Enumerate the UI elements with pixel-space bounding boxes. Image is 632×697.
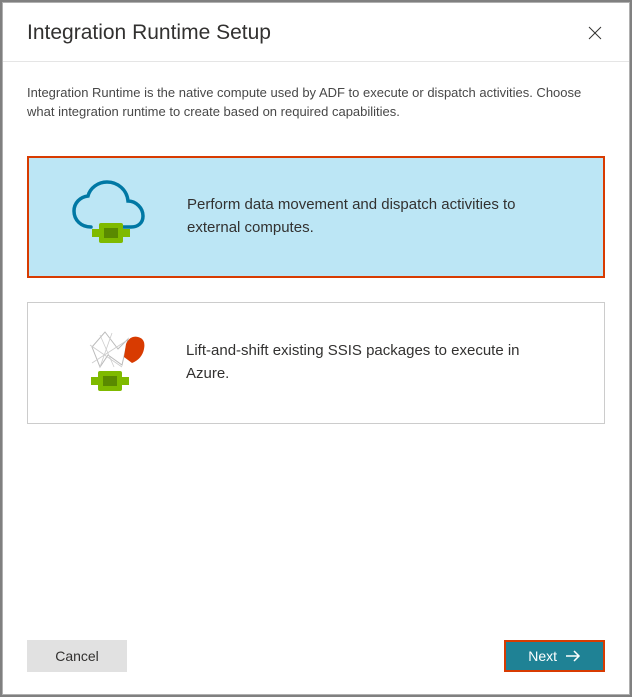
option-text: Perform data movement and dispatch activ… (187, 194, 575, 239)
dialog-description: Integration Runtime is the native comput… (27, 84, 605, 122)
dialog-header: Integration Runtime Setup (3, 3, 629, 62)
dialog-content: Integration Runtime is the native comput… (3, 62, 629, 640)
option-azure-selfhosted[interactable]: Perform data movement and dispatch activ… (27, 156, 605, 278)
close-button[interactable] (585, 23, 605, 43)
ssis-icon (62, 325, 162, 401)
option-text: Lift-and-shift existing SSIS packages to… (186, 340, 576, 385)
cloud-compute-icon (63, 179, 163, 255)
integration-runtime-dialog: Integration Runtime Setup Integration Ru… (2, 2, 630, 695)
arrow-right-icon (565, 650, 581, 662)
dialog-title: Integration Runtime Setup (27, 21, 271, 45)
next-button-label: Next (528, 648, 557, 664)
option-ssis[interactable]: Lift-and-shift existing SSIS packages to… (27, 302, 605, 424)
next-button[interactable]: Next (504, 640, 605, 672)
close-icon (588, 26, 602, 40)
cancel-button[interactable]: Cancel (27, 640, 127, 672)
dialog-footer: Cancel Next (3, 640, 629, 694)
